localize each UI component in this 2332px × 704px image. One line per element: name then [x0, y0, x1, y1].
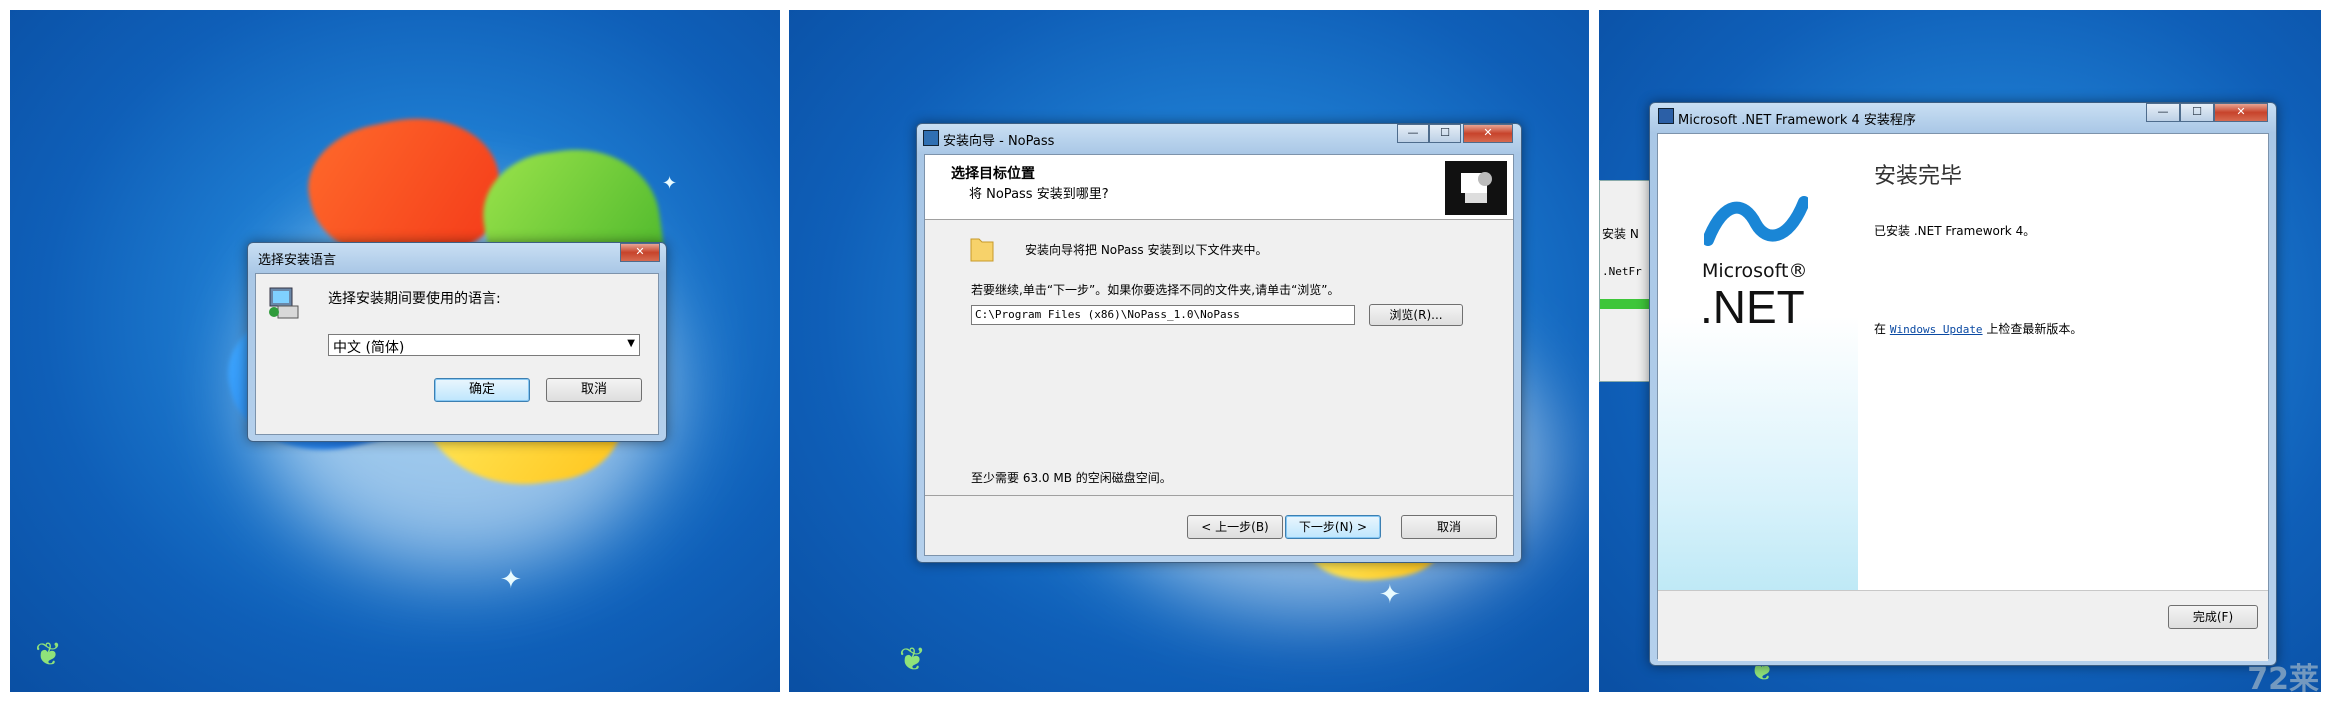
close-button[interactable]: ✕ [1463, 124, 1513, 143]
grass-icon: ❦ [35, 635, 62, 673]
update-line: 在 Windows Update 上检查最新版本。 [1874, 320, 2082, 337]
info-text: 安装向导将把 NoPass 安装到以下文件夹中。 [1025, 243, 1268, 257]
screenshot-dotnet-installer: 安装 N .NetFr ❦ Microsoft .NET Framework 4… [1599, 10, 2321, 692]
language-select[interactable]: 中文 (简体) ▼ [328, 334, 640, 356]
wizard-titlebar-main[interactable]: 安装向导 - NoPass — ☐ ✕ [917, 124, 1521, 152]
dotnet-sidebar: Microsoft® .NET [1658, 134, 1858, 590]
watermark-logo: 72莱 [2247, 662, 2319, 692]
dotnet-window: Microsoft .NET Framework 4 安装程序 — ☐ ✕ Mi… [1649, 102, 2277, 666]
dialog-titlebar[interactable]: 选择安装语言 ✕ [248, 243, 666, 271]
dotnet-titlebar[interactable]: Microsoft .NET Framework 4 安装程序 — ☐ ✕ [1650, 103, 2276, 131]
wizard-logo-icon [1445, 161, 1507, 215]
close-button[interactable]: ✕ [2214, 103, 2268, 122]
wizard-client: 选择目标位置 将 NoPass 安装到哪里? 安装向导将把 NoPass 安装到… [924, 154, 1514, 556]
maximize-button[interactable]: ☐ [1429, 124, 1461, 143]
logo-microsoft: Microsoft® [1702, 260, 1808, 282]
wizard-title-main: 安装向导 - NoPass [943, 134, 1055, 149]
header-subtitle: 将 NoPass 安装到哪里? [969, 187, 1109, 202]
folder-icon [969, 233, 995, 263]
sparkle-icon: ✦ [662, 173, 678, 194]
background-window-text: 安装 N [1602, 227, 1639, 241]
language-dialog: 选择安装语言 ✕ 选择安装期间要使用的语言: 中文 (简体) ▼ 确定 取消 [247, 242, 667, 442]
language-selected: 中文 (简体) [333, 340, 405, 356]
cancel-button[interactable]: 取消 [1401, 515, 1497, 539]
browse-button[interactable]: 浏览(R)... [1369, 304, 1463, 326]
chevron-down-icon[interactable]: ▼ [627, 338, 635, 349]
install-complete-heading: 安装完毕 [1874, 164, 1963, 189]
dotnet-title: Microsoft .NET Framework 4 安装程序 [1678, 113, 1916, 128]
header-title: 选择目标位置 [951, 166, 1035, 182]
sparkle-icon: ✦ [500, 565, 522, 595]
language-prompt: 选择安装期间要使用的语言: [328, 291, 501, 307]
logo-dotnet: .NET [1700, 281, 1805, 333]
minimize-button[interactable]: — [1397, 124, 1429, 143]
dotnet-footer: 完成(F) [1658, 590, 2268, 661]
minimize-button[interactable]: — [2146, 103, 2180, 122]
update-suffix: 上检查最新版本。 [1986, 322, 2083, 336]
install-path-value: C:\Program Files (x86)\NoPass_1.0\NoPass [975, 308, 1240, 321]
cancel-button[interactable]: 取消 [546, 378, 642, 402]
wizard-window-main: 安装向导 - NoPass — ☐ ✕ 选择目标位置 将 NoPass 安装到哪… [916, 123, 1522, 563]
background-window-text: .NetFr [1602, 265, 1642, 278]
dotnet-client: Microsoft® .NET 安装完毕 已安装 .NET Framework … [1657, 133, 2269, 661]
grass-icon: ❦ [899, 640, 926, 678]
screenshot-language-dialog: ✦ ✦ ❦ 选择安装语言 ✕ 选择安装期间要使用的语言: 中文 (简体) ▼ 确… [10, 10, 780, 692]
ok-button[interactable]: 确定 [434, 378, 530, 402]
dialog-title: 选择安装语言 [258, 253, 337, 268]
dotnet-wave-icon [1702, 196, 1810, 246]
app-icon [923, 130, 939, 146]
footer-divider [925, 495, 1513, 496]
wizard-header: 选择目标位置 将 NoPass 安装到哪里? [925, 155, 1513, 220]
windows-update-link[interactable]: Windows Update [1890, 323, 1983, 336]
installed-text: 已安装 .NET Framework 4。 [1874, 224, 2036, 238]
screenshot-setup-wizard: ✦ ❦ 安装向导 - NoPass — ☐ ✕ 选择目标位置 将 NoPass … [789, 10, 1589, 692]
disk-space-text: 至少需要 63.0 MB 的空闲磁盘空间。 [971, 471, 1172, 485]
instruction-text: 若要继续,单击“下一步”。如果你要选择不同的文件夹,请单击“浏览”。 [971, 283, 1340, 297]
finish-button[interactable]: 完成(F) [2168, 605, 2258, 629]
update-prefix: 在 [1874, 322, 1887, 336]
close-button[interactable]: ✕ [620, 243, 660, 262]
app-icon [1658, 108, 1674, 124]
installer-icon [266, 284, 302, 320]
next-button[interactable]: 下一步(N) > [1285, 515, 1381, 539]
dialog-client: 选择安装期间要使用的语言: 中文 (简体) ▼ 确定 取消 [255, 273, 659, 435]
maximize-button[interactable]: ☐ [2180, 103, 2214, 122]
back-button[interactable]: < 上一步(B) [1187, 515, 1283, 539]
install-path-input[interactable]: C:\Program Files (x86)\NoPass_1.0\NoPass [971, 305, 1355, 325]
sparkle-icon: ✦ [1379, 580, 1401, 610]
